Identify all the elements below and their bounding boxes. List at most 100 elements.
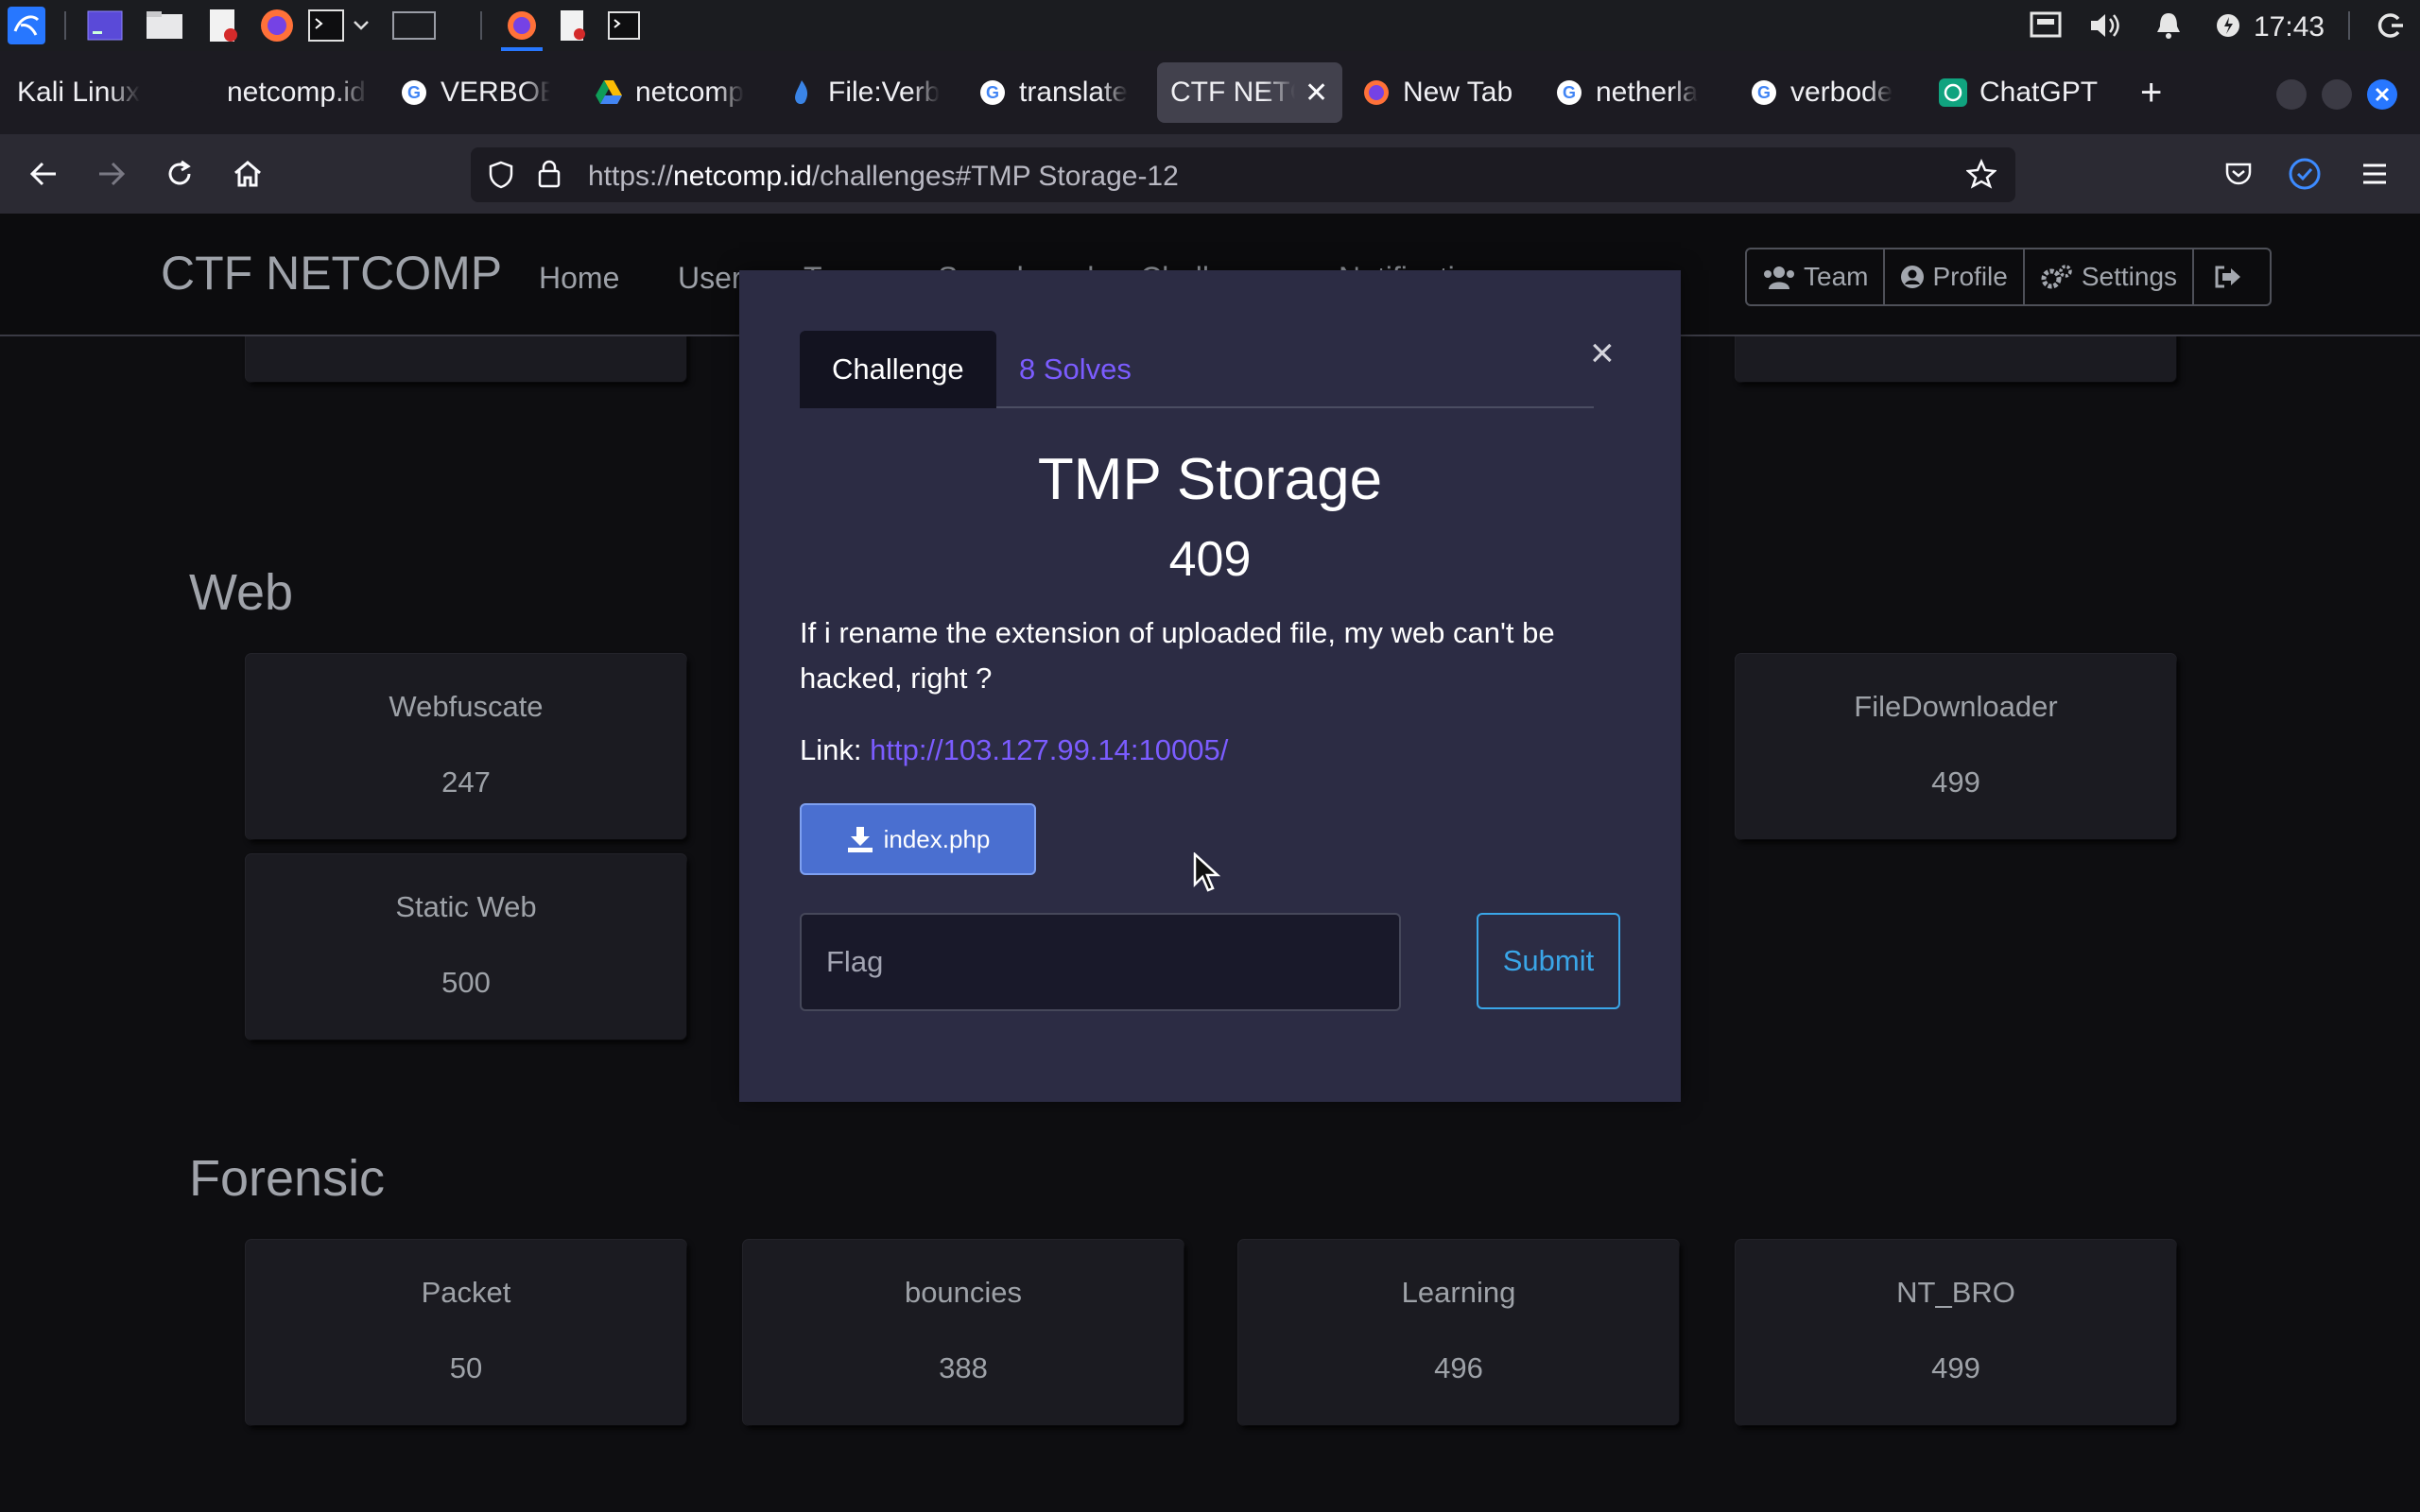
google-icon: G [1749, 77, 1779, 108]
home-icon [234, 161, 261, 187]
workspace-switcher-icon[interactable] [389, 8, 439, 43]
chevron-down-icon[interactable] [350, 8, 372, 43]
challenge-link[interactable]: http://103.127.99.14:10005/ [870, 733, 1228, 766]
submit-button[interactable]: Submit [1477, 913, 1620, 1009]
challenge-card-static-web[interactable]: Static Web 500 [246, 854, 686, 1040]
screen-icon[interactable] [2027, 8, 2065, 43]
file-name: index.php [883, 824, 991, 853]
tab-kali-linux[interactable]: Kali Linux [8, 62, 178, 123]
url-scheme: https:// [588, 161, 674, 192]
back-button[interactable] [23, 153, 64, 195]
session-icon[interactable] [2371, 8, 2409, 43]
extension-button[interactable] [2284, 153, 2325, 195]
tab-verboe[interactable]: G VERBOE [389, 62, 560, 123]
challenge-points: 50 [449, 1351, 483, 1384]
close-modal-button[interactable]: × [1590, 333, 1615, 374]
minimize-window-button[interactable] [2276, 79, 2307, 110]
reload-icon [168, 160, 191, 185]
users-icon [1764, 266, 1794, 289]
challenge-name: Learning [1401, 1276, 1516, 1309]
team-label: Team [1804, 262, 1869, 291]
menu-button[interactable] [2354, 153, 2395, 195]
tab-netherlands[interactable]: G netherla [1545, 62, 1730, 123]
editor-window-icon[interactable] [554, 8, 592, 43]
clock[interactable]: 17:43 [2254, 11, 2325, 43]
download-icon [847, 827, 873, 852]
tab-netcomp-id[interactable]: netcomp.id | [176, 62, 378, 123]
tab-ctf-netcomp[interactable]: CTF NETC ✕ [1157, 62, 1342, 123]
challenge-points: 388 [939, 1351, 988, 1384]
team-button[interactable]: Team [1747, 249, 1886, 304]
svg-text:G: G [407, 83, 421, 102]
lock-icon[interactable] [537, 159, 562, 189]
google-icon: G [977, 77, 1008, 108]
challenge-card-filedownloader[interactable]: FileDownloader 499 [1736, 654, 2176, 839]
challenge-description: If i rename the extension of uploaded fi… [800, 616, 1555, 695]
svg-text:G: G [1563, 83, 1576, 102]
pocket-button[interactable] [2218, 153, 2259, 195]
tab-label: netcomp [635, 77, 745, 108]
firefox-window-icon[interactable] [501, 8, 543, 43]
volume-icon[interactable] [2087, 8, 2125, 43]
download-file-button[interactable]: index.php [800, 803, 1036, 875]
terminal-window-icon[interactable] [605, 8, 643, 43]
reload-button[interactable] [159, 153, 200, 195]
dark-blank-icon [185, 77, 216, 108]
close-icon [2375, 87, 2390, 102]
tab-label: File:Verb [828, 77, 941, 108]
challenge-link-row: Link: http://103.127.99.14:10005/ [800, 733, 1228, 767]
home-button[interactable] [227, 153, 268, 195]
nav-home[interactable]: Home [539, 261, 619, 296]
settings-button[interactable]: Settings [2025, 249, 2195, 304]
flag-input[interactable] [800, 913, 1401, 1011]
tab-new-tab[interactable]: New Tab [1352, 62, 1535, 123]
logout-button[interactable] [2194, 249, 2270, 304]
url-host: netcomp.id [673, 161, 812, 192]
pocket-icon [2225, 163, 2252, 185]
kali-menu-icon[interactable] [6, 7, 47, 44]
site-brand[interactable]: CTF NETCOMP [161, 246, 502, 301]
tab-translate[interactable]: G translate [968, 62, 1157, 123]
bookmark-star-icon[interactable] [1966, 159, 1996, 189]
close-window-button[interactable] [2367, 79, 2397, 110]
back-arrow-icon [29, 162, 56, 186]
notifications-icon[interactable] [2152, 8, 2186, 43]
challenge-points: 500 [441, 966, 491, 999]
url-bar[interactable]: https://netcomp.id/challenges#TMP Storag… [471, 147, 2015, 202]
browser-navigation-bar: https://netcomp.id/challenges#TMP Storag… [0, 134, 2420, 214]
tab-netcomp-drive[interactable]: netcomp [584, 62, 764, 123]
tab-chatgpt[interactable]: ChatGPT [1928, 62, 2114, 123]
profile-button[interactable]: Profile [1885, 249, 2025, 304]
challenge-name: bouncies [904, 1276, 1023, 1309]
challenge-card-packet[interactable]: Packet 50 [246, 1240, 686, 1425]
section-title-forensic: Forensic [189, 1150, 386, 1207]
text-editor-icon[interactable] [204, 8, 242, 43]
workspace-icon[interactable] [85, 8, 125, 43]
file-manager-icon[interactable] [144, 8, 185, 43]
challenge-card-webfuscate[interactable]: Webfuscate 247 [246, 654, 686, 839]
firefox-launcher-icon[interactable] [257, 8, 297, 43]
power-manager-icon[interactable] [2212, 8, 2244, 43]
tab-solves[interactable]: 8 Solves [987, 331, 1164, 408]
plus-icon: + [2140, 71, 2163, 113]
user-button-group: Team Profile Settings [1745, 248, 2273, 306]
terminal-launcher-icon[interactable] [306, 8, 346, 43]
challenge-name: FileDownloader [1854, 690, 2058, 723]
close-tab-icon[interactable]: ✕ [1305, 77, 1328, 110]
tab-label: ChatGPT [1979, 77, 2099, 108]
tab-challenge[interactable]: Challenge [800, 331, 996, 408]
new-tab-button[interactable]: + [2131, 62, 2178, 123]
url-text[interactable]: https://netcomp.id/challenges#TMP Storag… [588, 161, 1179, 193]
forward-button[interactable] [91, 153, 132, 195]
challenge-card-bouncies[interactable]: bouncies 388 [743, 1240, 1184, 1425]
challenge-card-nt-bro[interactable]: NT_BRO 499 [1736, 1240, 2176, 1425]
tab-verboden[interactable]: G verbode [1739, 62, 1906, 123]
hamburger-menu-icon [2363, 163, 2386, 184]
tab-file-verb[interactable]: File:Verb [777, 62, 957, 123]
challenge-card-learning[interactable]: Learning 496 [1238, 1240, 1679, 1425]
tab-label: translate [1019, 77, 1129, 108]
shield-icon[interactable] [488, 161, 514, 189]
maximize-window-button[interactable] [2322, 79, 2352, 110]
modal-tabs: Challenge 8 Solves [800, 331, 1594, 408]
checkmark-circle-icon [2289, 158, 2321, 190]
